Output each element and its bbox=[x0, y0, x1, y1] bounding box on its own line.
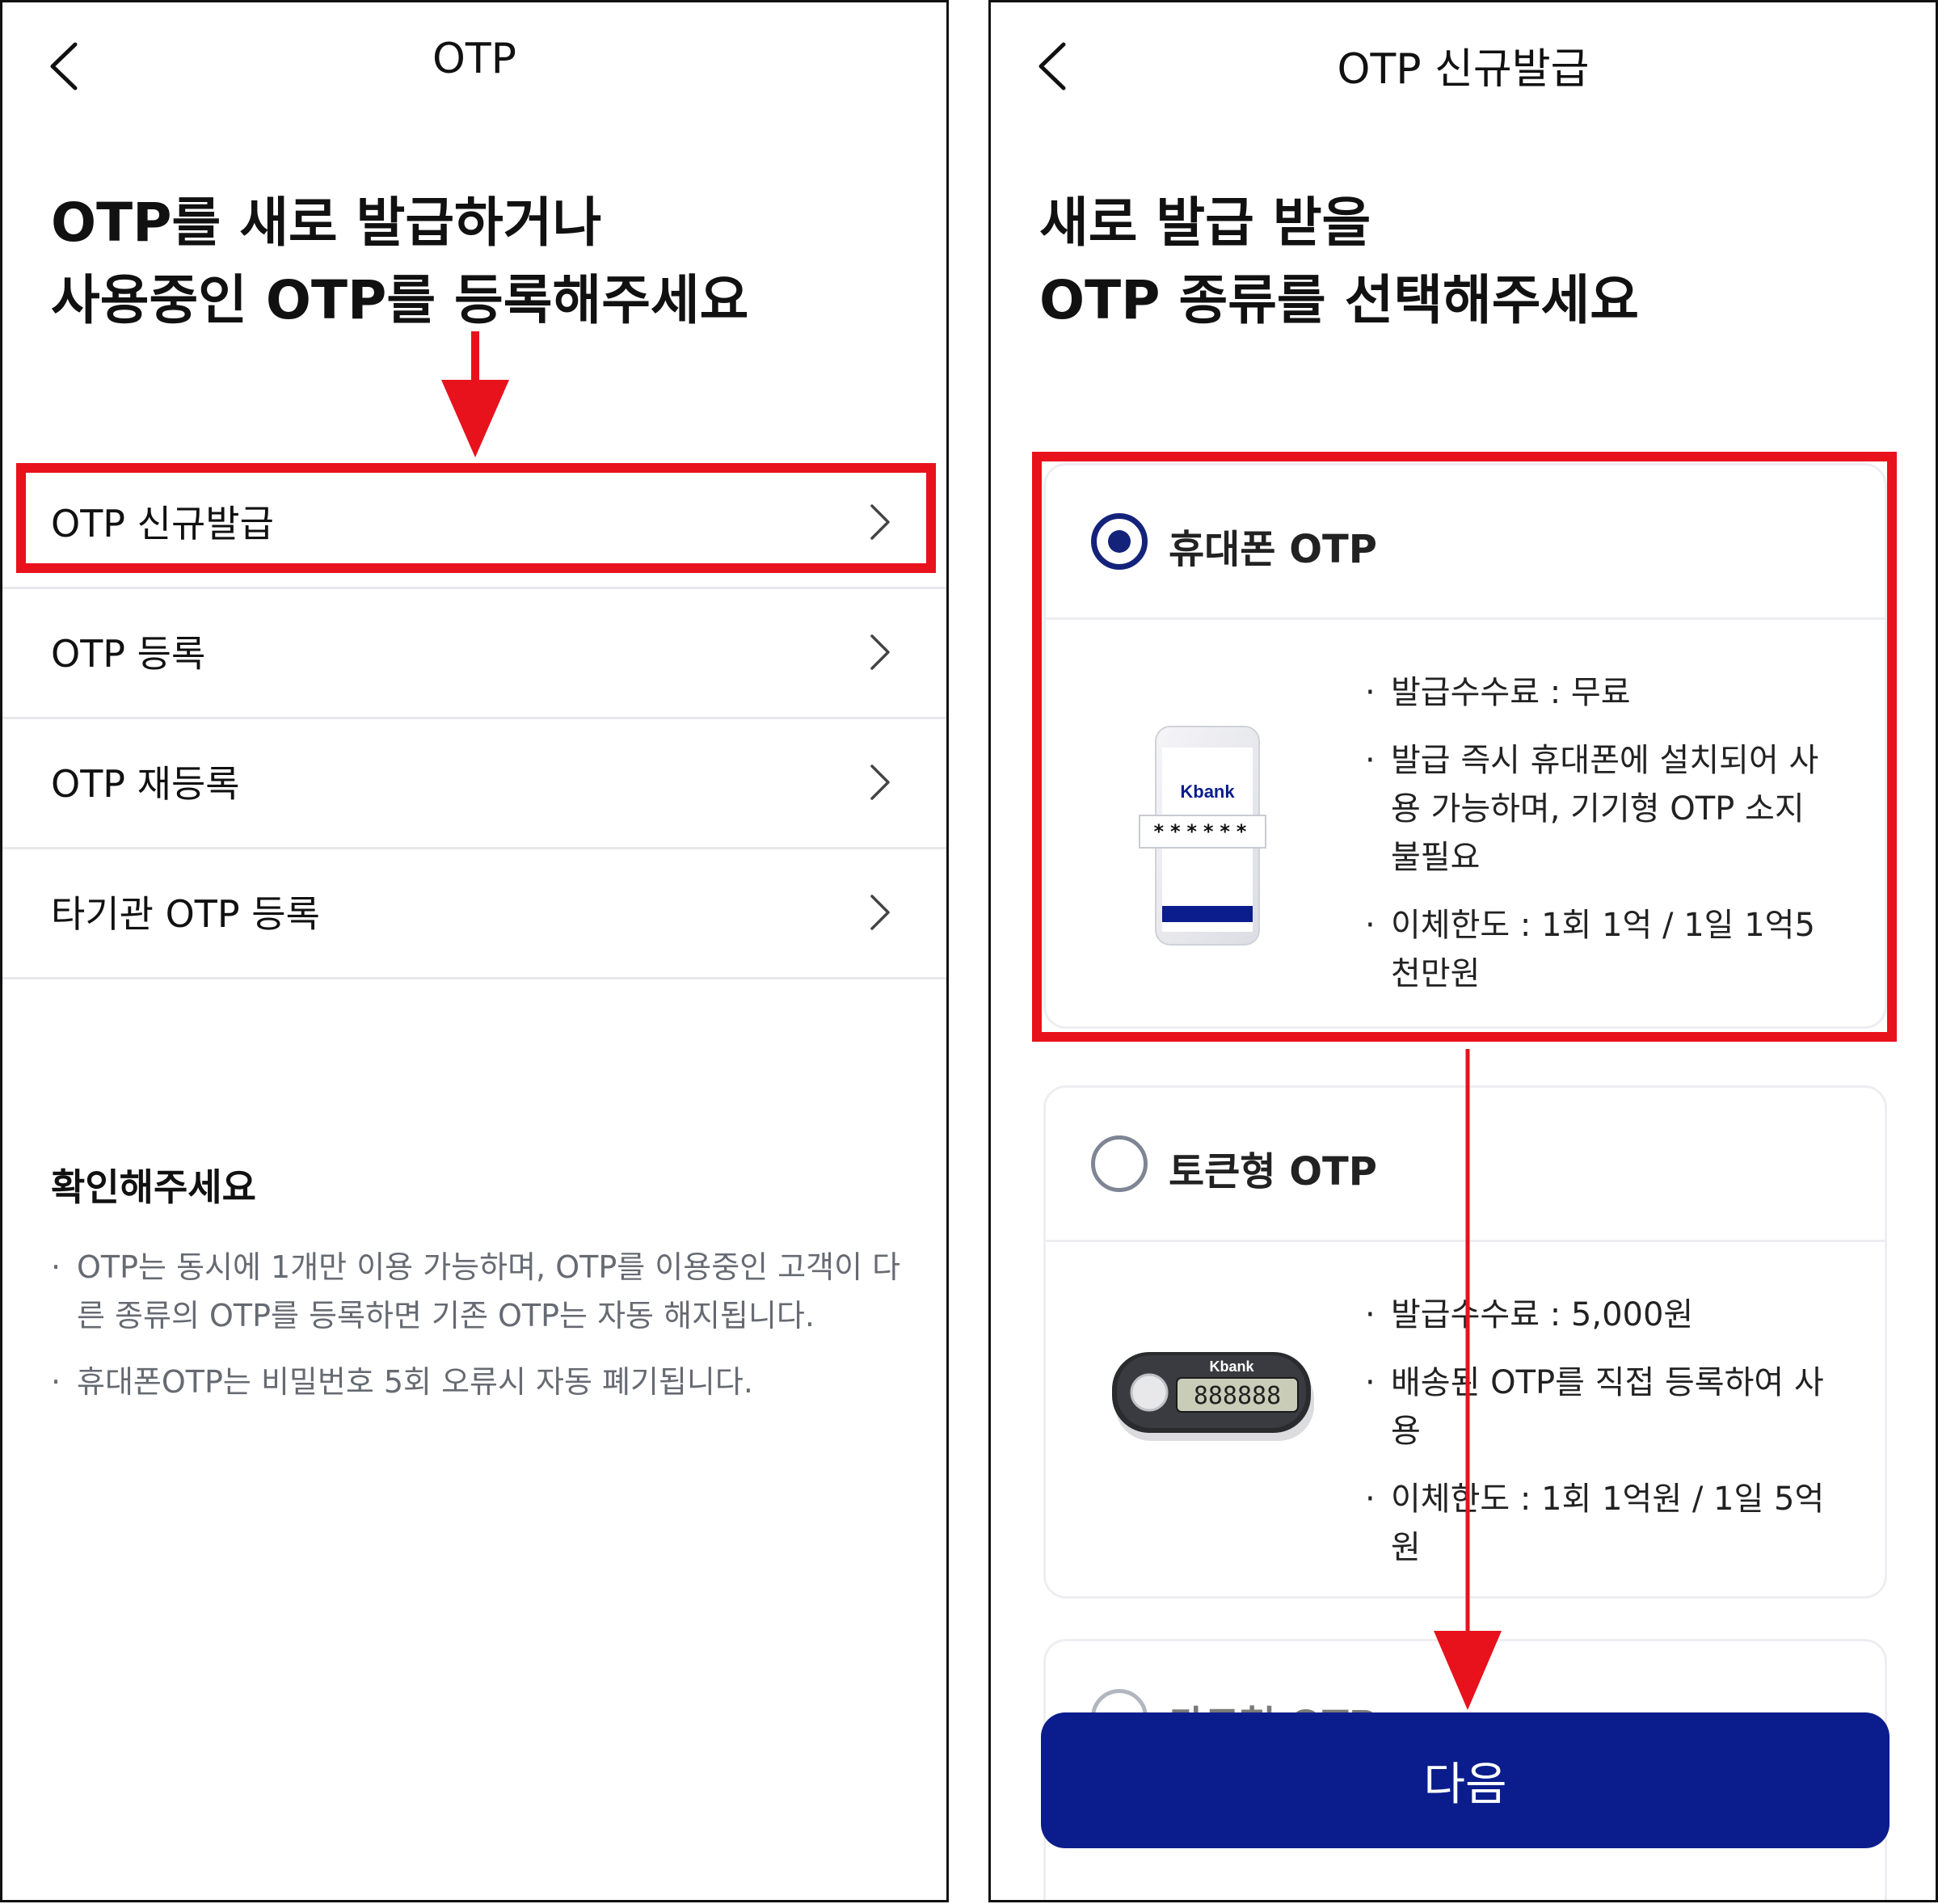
heading-line-1: OTP를 새로 발급하거나 bbox=[51, 192, 602, 254]
radio-unselected-icon[interactable] bbox=[1091, 1135, 1148, 1192]
right-screen: OTP 신규발급 새로 발급 받을 OTP 종류를 선택해주세요 휴대폰 OTP… bbox=[988, 0, 1938, 1902]
menu-item-label: 타기관 OTP 등록 bbox=[51, 892, 320, 936]
notice-list: OTP는 동시에 1개만 이용 가능하며, OTP를 이용중인 고객이 다른 종… bbox=[51, 1243, 908, 1424]
chevron-right-icon bbox=[870, 634, 890, 670]
chevron-right-icon bbox=[870, 895, 890, 930]
header-title: OTP bbox=[432, 35, 517, 83]
page-heading: OTP를 새로 발급하거나 사용중인 OTP를 등록해주세요 bbox=[51, 184, 748, 339]
page-heading: 새로 발급 받을 OTP 종류를 선택해주세요 bbox=[1039, 184, 1639, 339]
notice-title: 확인해주세요 bbox=[51, 1165, 256, 1209]
annotation-highlight-box bbox=[1032, 452, 1897, 1042]
menu-item-other-institution[interactable]: 타기관 OTP 등록 bbox=[2, 849, 946, 979]
next-button[interactable]: 다음 bbox=[1041, 1712, 1890, 1848]
heading-line-1: 새로 발급 받을 bbox=[1039, 192, 1371, 254]
left-screen: OTP OTP를 새로 발급하거나 사용중인 OTP를 등록해주세요 OTP 신… bbox=[0, 0, 949, 1902]
menu-item-label: OTP 등록 bbox=[51, 632, 206, 676]
menu-item-register[interactable]: OTP 등록 bbox=[2, 589, 946, 719]
notice-item: 휴대폰OTP는 비밀번호 5회 오류시 자동 폐기됩니다. bbox=[51, 1358, 908, 1406]
option-title: 토큰형 OTP bbox=[1169, 1149, 1377, 1194]
header-title: OTP 신규발급 bbox=[1337, 45, 1590, 94]
notice-item: OTP는 동시에 1개만 이용 가능하며, OTP를 이용중인 고객이 다른 종… bbox=[51, 1243, 908, 1340]
heading-line-2: 사용중인 OTP를 등록해주세요 bbox=[51, 269, 749, 331]
token-otp-image: Kbank 888888 bbox=[1112, 1352, 1314, 1441]
annotation-arrow bbox=[1434, 1049, 1502, 1710]
chevron-right-icon bbox=[870, 765, 890, 800]
token-code-text: 888888 bbox=[1194, 1382, 1281, 1410]
menu-item-label: OTP 재등록 bbox=[51, 762, 240, 806]
annotation-highlight-box bbox=[16, 463, 936, 573]
menu-item-re-register[interactable]: OTP 재등록 bbox=[2, 719, 946, 849]
heading-line-2: OTP 종류를 선택해주세요 bbox=[1039, 269, 1639, 331]
token-brand-text: Kbank bbox=[1209, 1358, 1254, 1375]
annotation-arrow bbox=[441, 331, 509, 457]
